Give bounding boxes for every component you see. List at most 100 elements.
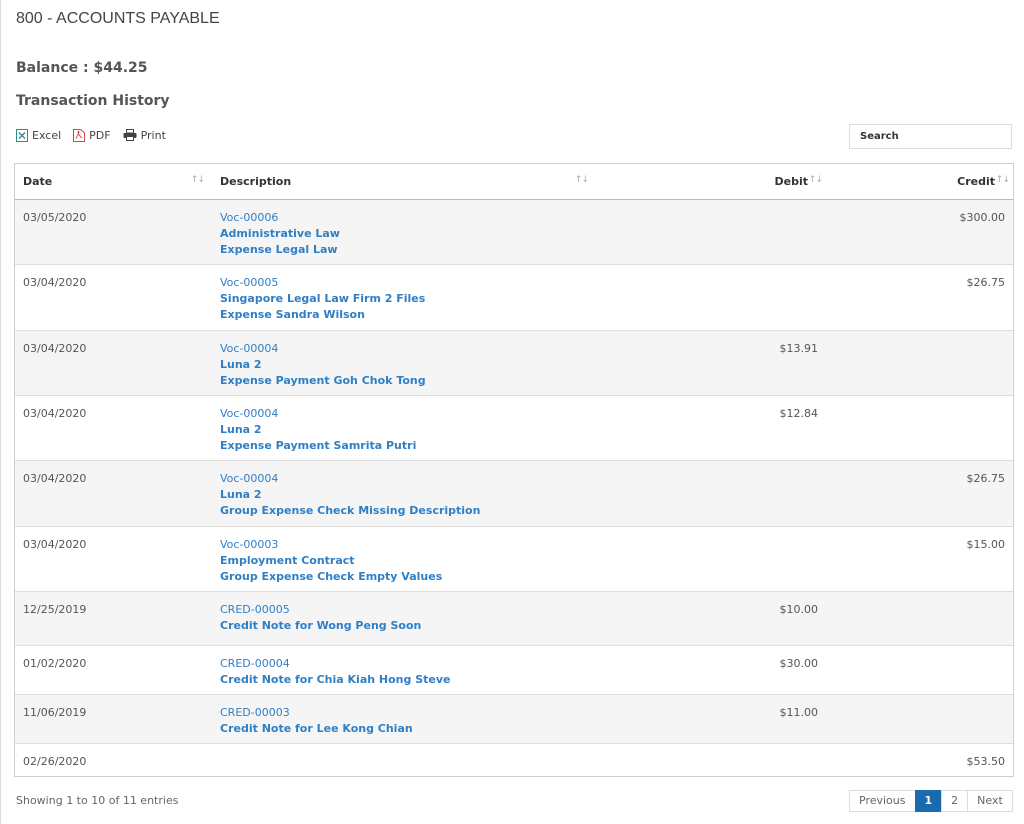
cell-date: 03/05/2020 (15, 199, 212, 265)
cell-debit: $13.91 (596, 330, 826, 396)
voucher-link[interactable]: Voc-00004 (220, 471, 588, 487)
print-label: Print (140, 128, 166, 142)
voucher-link[interactable]: CRED-00005 (220, 602, 588, 618)
description-link[interactable]: Group Expense Check Missing Description (220, 503, 588, 519)
cell-description: Voc-00004 Luna 2 Expense Payment Goh Chok … (212, 330, 596, 396)
cell-description: Voc-00003 Employment Contract Group Expens… (212, 526, 596, 592)
cell-credit (826, 591, 1013, 646)
voucher-link[interactable]: CRED-00003 (220, 705, 588, 721)
description-link[interactable]: Luna 2 (220, 357, 588, 373)
table-row: 03/04/2020 Voc-00004 Luna 2 Expense Payment… (15, 395, 1013, 461)
transaction-table-body: 03/05/2020 Voc-00006 Administrative Law Exp… (15, 199, 1013, 776)
voucher-link[interactable]: Voc-00005 (220, 275, 588, 291)
cell-description: Voc-00005 Singapore Legal Law Firm 2 File… (212, 264, 596, 331)
voucher-link[interactable]: Voc-00006 (220, 210, 588, 226)
table-row: 02/26/2020 $53.50 (15, 743, 1013, 776)
export-toolbar: Excel PDF Print (16, 126, 178, 144)
cell-debit: $10.00 (596, 591, 826, 646)
entries-info: Showing 1 to 10 of 11 entries (16, 794, 179, 807)
table-row: 03/04/2020 Voc-00004 Luna 2 Expense Payment… (15, 330, 1013, 396)
cell-description: Voc-00004 Luna 2 Group Expense Check Missi… (212, 460, 596, 527)
cell-date: 03/04/2020 (15, 264, 212, 331)
search-input[interactable] (849, 124, 1012, 149)
sort-arrows-icon[interactable]: ↑↓ (575, 175, 589, 185)
cell-credit: $15.00 (826, 526, 1013, 592)
cell-description: Voc-00004 Luna 2 Expense Payment Samrita P… (212, 395, 596, 461)
transaction-table-container: Date ↑↓ Description ↑↓ Debit ↑↓ Credit ↑… (14, 163, 1014, 777)
cell-description: CRED-00005 Credit Note for Wong Peng Soon (212, 591, 596, 646)
cell-debit (596, 526, 826, 592)
voucher-link[interactable]: Voc-00004 (220, 406, 588, 422)
cell-debit: $12.84 (596, 395, 826, 461)
sort-arrows-icon[interactable]: ↑↓ (809, 175, 823, 185)
cell-debit (596, 460, 826, 527)
column-header-date[interactable]: Date ↑↓ (15, 164, 212, 200)
print-button[interactable]: Print (123, 129, 166, 142)
table-row: 03/05/2020 Voc-00006 Administrative Law Exp… (15, 199, 1013, 265)
pagination-page-2[interactable]: 2 (941, 790, 969, 812)
description-link[interactable]: Employment Contract (220, 553, 588, 569)
cell-credit: $26.75 (826, 264, 1013, 331)
table-row: 12/25/2019 CRED-00005 Credit Note for Wong… (15, 591, 1013, 646)
cell-credit (826, 330, 1013, 396)
cell-description: Voc-00006 Administrative Law Expense Legal… (212, 199, 596, 265)
description-link[interactable]: Luna 2 (220, 487, 588, 503)
cell-credit (826, 694, 1013, 744)
column-header-date-label: Date (23, 175, 53, 188)
excel-export-label: Excel (32, 128, 62, 142)
table-row: 03/04/2020 Voc-00004 Luna 2 Group Expense C… (15, 460, 1013, 527)
cell-credit (826, 645, 1013, 695)
cell-date: 02/26/2020 (15, 743, 212, 776)
pagination-next-button[interactable]: Next (967, 790, 1013, 812)
sort-arrows-icon[interactable]: ↑↓ (191, 175, 205, 185)
description-link[interactable]: Group Expense Check Empty Values (220, 569, 588, 585)
pagination-previous-button[interactable]: Previous (849, 790, 916, 812)
voucher-link[interactable]: CRED-00004 (220, 656, 588, 672)
page-title: 800 - ACCOUNTS PAYABLE (16, 10, 220, 27)
description-link[interactable]: Expense Payment Goh Chok Tong (220, 373, 588, 389)
description-link[interactable]: Expense Legal Law (220, 242, 588, 258)
pagination-page-1[interactable]: 1 (914, 790, 943, 812)
sort-arrows-icon[interactable]: ↑↓ (996, 175, 1010, 185)
cell-date: 03/04/2020 (15, 395, 212, 461)
cell-date: 11/06/2019 (15, 694, 212, 744)
cell-credit: $26.75 (826, 460, 1013, 527)
description-link[interactable]: Singapore Legal Law Firm 2 Files (220, 291, 588, 307)
description-link[interactable]: Administrative Law (220, 226, 588, 242)
description-link[interactable]: Credit Note for Chia Kiah Hong Steve (220, 672, 588, 688)
cell-debit (596, 743, 826, 776)
transaction-history-heading: Transaction History (16, 93, 170, 109)
printer-icon (123, 129, 137, 141)
cell-description: CRED-00003 Credit Note for Lee Kong Chian (212, 694, 596, 744)
column-header-description-label: Description (220, 175, 292, 188)
table-row: 03/04/2020 Voc-00003 Employment Contract Gr… (15, 526, 1013, 592)
cell-credit: $300.00 (826, 199, 1013, 265)
column-header-description[interactable]: Description ↑↓ (212, 164, 596, 200)
cell-debit: $11.00 (596, 694, 826, 744)
column-header-credit-label: Credit (957, 175, 995, 188)
cell-credit: $53.50 (826, 743, 1013, 776)
cell-date: 03/04/2020 (15, 460, 212, 527)
voucher-link[interactable]: Voc-00003 (220, 537, 588, 553)
cell-debit (596, 199, 826, 265)
pdf-icon (73, 128, 86, 142)
transaction-table: Date ↑↓ Description ↑↓ Debit ↑↓ Credit ↑… (15, 164, 1013, 776)
description-link[interactable]: Credit Note for Lee Kong Chian (220, 721, 588, 737)
column-header-debit[interactable]: Debit ↑↓ (596, 164, 826, 200)
table-row: 11/06/2019 CRED-00003 Credit Note for Lee … (15, 694, 1013, 744)
description-link[interactable]: Expense Sandra Wilson (220, 307, 588, 323)
pdf-export-button[interactable]: PDF (73, 128, 111, 142)
cell-credit (826, 395, 1013, 461)
description-link[interactable]: Expense Payment Samrita Putri (220, 438, 588, 454)
cell-date: 03/04/2020 (15, 526, 212, 592)
column-header-credit[interactable]: Credit ↑↓ (826, 164, 1013, 200)
description-link[interactable]: Luna 2 (220, 422, 588, 438)
cell-description (212, 743, 596, 776)
excel-export-button[interactable]: Excel (16, 128, 62, 142)
description-link[interactable]: Credit Note for Wong Peng Soon (220, 618, 588, 634)
voucher-link[interactable]: Voc-00004 (220, 341, 588, 357)
cell-description: CRED-00004 Credit Note for Chia Kiah Hong… (212, 645, 596, 695)
table-row: 01/02/2020 CRED-00004 Credit Note for Chia… (15, 645, 1013, 695)
page-left-border (0, 0, 1, 824)
pagination: Previous 1 2 Next (849, 790, 1013, 812)
